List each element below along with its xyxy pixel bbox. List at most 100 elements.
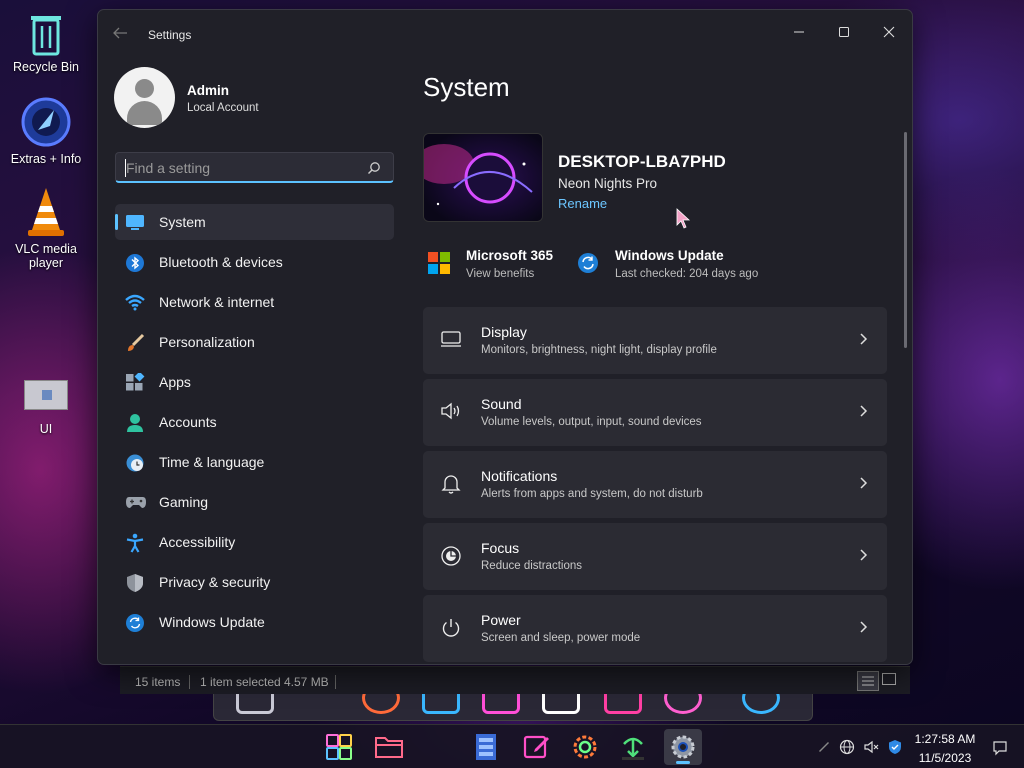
scrollbar[interactable] — [904, 132, 907, 348]
volume-muted-icon[interactable] — [864, 739, 880, 760]
dock-fragment — [213, 694, 813, 721]
maximize-icon — [839, 27, 849, 37]
chevron-right-icon — [859, 332, 869, 351]
card-subtitle: Screen and sleep, power mode — [481, 632, 641, 644]
search-box[interactable]: Find a setting — [115, 152, 394, 183]
chevron-right-icon — [859, 476, 869, 495]
brush-icon — [125, 333, 145, 351]
quick-title: Windows Update — [615, 248, 724, 263]
pen-icon[interactable] — [817, 739, 831, 758]
monitor-icon — [440, 329, 462, 354]
close-icon — [883, 26, 895, 38]
account-type: Local Account — [187, 102, 259, 114]
sidebar-item-label: Windows Update — [159, 614, 265, 630]
desktop-icon-ui[interactable]: UI — [1, 380, 91, 436]
speaker-icon — [440, 401, 462, 426]
wallpaper-thumbnail[interactable] — [423, 133, 543, 222]
sidebar-item-label: Apps — [159, 374, 191, 390]
taskbar-archive-app[interactable] — [468, 729, 506, 765]
card-title: Sound — [481, 396, 522, 412]
sidebar-item-label: Time & language — [159, 454, 265, 470]
sidebar-item-privacy[interactable]: Privacy & security — [115, 564, 394, 600]
apps-icon — [125, 371, 145, 391]
card-subtitle: Alerts from apps and system, do not dist… — [481, 488, 703, 500]
desktop-icon-label: VLC media player — [15, 242, 77, 270]
sidebar-item-time-language[interactable]: Time & language — [115, 444, 394, 480]
sidebar-item-bluetooth[interactable]: Bluetooth & devices — [115, 244, 394, 280]
sidebar-item-network[interactable]: Network & internet — [115, 284, 394, 320]
taskbar-download-app[interactable] — [614, 729, 652, 765]
desktop-icon-extras-info[interactable]: Extras + Info — [1, 96, 91, 166]
settings-gear-icon — [671, 735, 695, 759]
sidebar-item-gaming[interactable]: Gaming — [115, 484, 394, 520]
sidebar-item-apps[interactable]: Apps — [115, 364, 394, 400]
card-subtitle: Reduce distractions — [481, 560, 582, 572]
user-profile[interactable]: Admin Local Account — [114, 67, 394, 128]
sidebar-item-system[interactable]: System — [115, 204, 394, 240]
search-icon[interactable] — [367, 161, 381, 180]
ui-file-icon — [24, 380, 68, 410]
update-icon — [577, 252, 599, 279]
security-shield-icon[interactable] — [887, 739, 903, 760]
avatar — [114, 67, 175, 128]
notifications-card[interactable]: Notifications Alerts from apps and syste… — [423, 451, 887, 518]
selected-size: 4.57 MB — [284, 675, 329, 689]
system-icon — [125, 213, 145, 231]
desktop-icon-label: UI — [39, 422, 53, 436]
dock-item — [742, 694, 780, 714]
explorer-status-bar: 15 items 1 item selected 4.57 MB — [120, 666, 910, 694]
focus-card[interactable]: Focus Reduce distractions — [423, 523, 887, 590]
sidebar-item-label: Accessibility — [159, 534, 236, 550]
notification-center-icon[interactable] — [992, 740, 1008, 761]
mouse-pointer-icon — [676, 208, 692, 235]
dock-item — [482, 694, 520, 714]
main-content: System DESKTOP-LBA7PHD Neon Nights Pro R… — [423, 58, 903, 664]
dock-item — [236, 694, 274, 714]
search-input[interactable]: Find a setting — [126, 160, 210, 176]
display-card[interactable]: Display Monitors, brightness, night ligh… — [423, 307, 887, 374]
sound-card[interactable]: Sound Volume levels, output, input, soun… — [423, 379, 887, 446]
clock-globe-icon — [125, 453, 145, 472]
taskbar-settings-alt[interactable] — [566, 729, 604, 765]
power-card[interactable]: Power Screen and sleep, power mode — [423, 595, 887, 662]
selected-count: 1 item selected — [200, 675, 281, 689]
maximize-button[interactable] — [821, 16, 867, 48]
clock-time[interactable]: 1:27:58 AM — [914, 732, 976, 746]
taskbar-settings[interactable] — [664, 729, 702, 765]
minimize-button[interactable] — [776, 16, 822, 48]
sidebar-nav: System Bluetooth & devices Network & int… — [115, 204, 394, 644]
dock-item — [664, 694, 702, 714]
rename-link[interactable]: Rename — [558, 196, 607, 211]
dock-item — [362, 694, 400, 714]
back-arrow-icon[interactable] — [112, 26, 132, 42]
taskbar-notepad[interactable] — [518, 729, 556, 765]
dock-item — [542, 694, 580, 714]
sidebar-item-label: Bluetooth & devices — [159, 254, 283, 270]
desktop-icon-vlc[interactable]: VLC media player — [1, 186, 91, 270]
bluetooth-icon — [125, 253, 145, 272]
dock-item — [422, 694, 460, 714]
wifi-icon — [125, 293, 145, 311]
title-bar[interactable]: Settings — [98, 10, 912, 58]
details-view-icon[interactable] — [857, 671, 879, 691]
profile-name: Admin — [187, 83, 229, 98]
start-button[interactable] — [320, 729, 358, 765]
sidebar-item-accounts[interactable]: Accounts — [115, 404, 394, 440]
accessibility-icon — [125, 533, 145, 553]
network-globe-icon[interactable] — [839, 739, 855, 760]
bell-icon — [440, 473, 462, 500]
sidebar-item-label: System — [159, 214, 206, 230]
edit-icon — [523, 735, 549, 759]
card-title: Notifications — [481, 468, 558, 484]
sidebar-item-personalization[interactable]: Personalization — [115, 324, 394, 360]
archive-icon — [476, 734, 496, 760]
close-button[interactable] — [866, 16, 912, 48]
large-icons-view-icon[interactable] — [882, 673, 896, 685]
clock-date[interactable]: 11/5/2023 — [914, 751, 976, 765]
taskbar: 1:27:58 AM 11/5/2023 — [0, 724, 1024, 768]
sidebar-item-windows-update[interactable]: Windows Update — [115, 604, 394, 640]
taskbar-file-explorer[interactable] — [370, 729, 408, 765]
sidebar-item-accessibility[interactable]: Accessibility — [115, 524, 394, 560]
desktop-icon-recycle-bin[interactable]: Recycle Bin — [1, 12, 91, 74]
dock-item — [604, 694, 642, 714]
